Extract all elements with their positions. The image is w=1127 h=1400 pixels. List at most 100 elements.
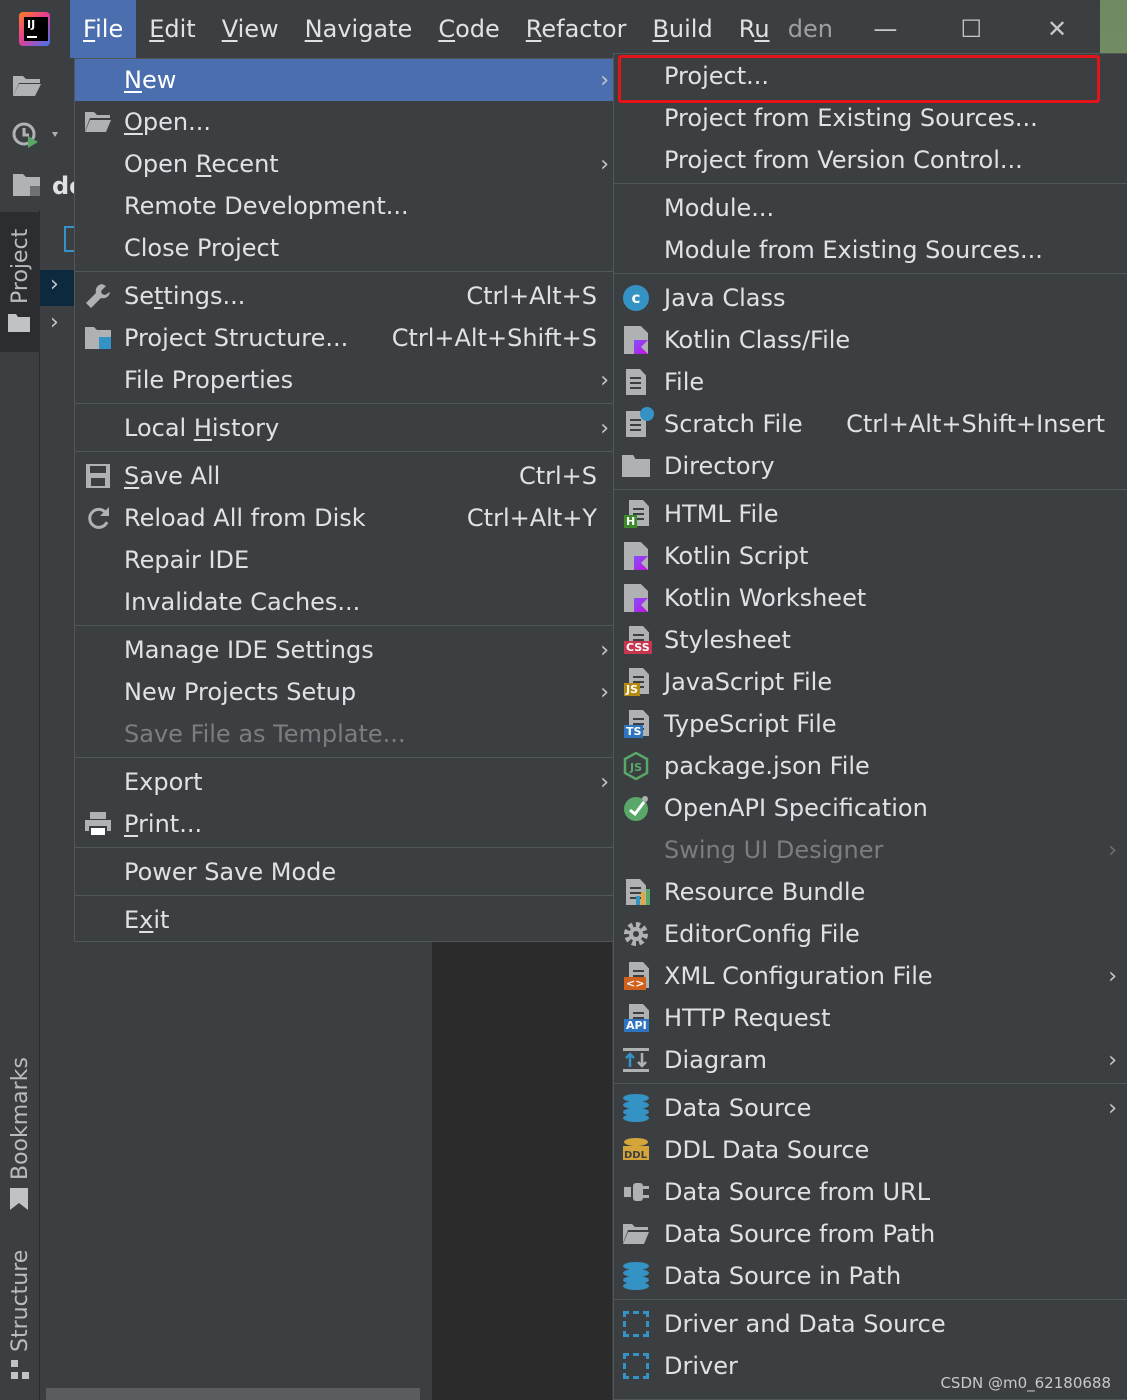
wrench-icon xyxy=(84,282,112,310)
file-menu-item-export[interactable]: Export › xyxy=(75,761,613,803)
file-menu-item-reload-all-from-disk[interactable]: Reload All from Disk Ctrl+Alt+Y xyxy=(75,497,613,539)
new-menu-item-xml-configuration-file[interactable]: <> XML Configuration File › xyxy=(614,955,1127,997)
title-bar: IJ File Edit View Navigate Code Refactor Build… xyxy=(0,0,1100,58)
menu-item-label: TypeScript File xyxy=(664,710,837,738)
new-menu-item-html-file[interactable]: H HTML File xyxy=(614,493,1127,535)
new-menu-item-file[interactable]: File xyxy=(614,361,1127,403)
menubar-refactor[interactable]: Refactor xyxy=(513,0,640,58)
intellij-logo-icon[interactable]: IJ xyxy=(19,12,51,46)
new-menu-item-module[interactable]: Module... xyxy=(614,187,1127,229)
new-menu-item-diagram[interactable]: Diagram › xyxy=(614,1039,1127,1081)
menu-item-label: New xyxy=(124,66,177,94)
menu-item-label: Manage IDE Settings xyxy=(124,636,374,664)
menu-item-label: Java Class xyxy=(664,284,786,312)
file-menu-item-exit[interactable]: Exit xyxy=(75,899,613,941)
file-menu-item-invalidate-caches[interactable]: Invalidate Caches... xyxy=(75,581,613,623)
new-menu-item-java-class[interactable]: c Java Class xyxy=(614,277,1127,319)
minimize-icon[interactable]: — xyxy=(842,0,928,58)
new-menu-item-project-from-version-control[interactable]: Project from Version Control... xyxy=(614,139,1127,181)
menubar-code[interactable]: Code xyxy=(425,0,512,58)
menu-item-label: EditorConfig File xyxy=(664,920,860,948)
file-menu-item-remote-development[interactable]: Remote Development... xyxy=(75,185,613,227)
new-menu-item-data-source-from-path[interactable]: Data Source from Path xyxy=(614,1213,1127,1255)
new-menu-item-ddl-data-source[interactable]: DDL DDL Data Source xyxy=(614,1129,1127,1171)
menu-separator xyxy=(75,757,613,758)
new-menu-item-kotlin-class-file[interactable]: Kotlin Class/File xyxy=(614,319,1127,361)
main-toolbar: de xyxy=(0,58,74,208)
menu-item-label: Kotlin Script xyxy=(664,542,809,570)
file-menu-item-print[interactable]: Print... xyxy=(75,803,613,845)
file-menu-item-close-project[interactable]: Close Project xyxy=(75,227,613,269)
close-icon[interactable]: ✕ xyxy=(1014,0,1100,58)
file-menu-item-open[interactable]: Open... xyxy=(75,101,613,143)
new-menu-item-javascript-file[interactable]: JS JavaScript File xyxy=(614,661,1127,703)
file-menu-item-new[interactable]: New › xyxy=(75,59,613,101)
project-folder-icon[interactable] xyxy=(12,172,42,202)
kotlin-worksheet-icon xyxy=(622,584,650,612)
chevron-right-icon[interactable]: › xyxy=(50,272,59,297)
driver-icon xyxy=(622,1310,650,1338)
gear-icon xyxy=(622,920,650,948)
new-menu-item-kotlin-script[interactable]: Kotlin Script xyxy=(614,535,1127,577)
diagram-icon xyxy=(622,1046,650,1074)
file-menu-item-power-save-mode[interactable]: Power Save Mode xyxy=(75,851,613,893)
menu-item-label: Save All xyxy=(124,462,221,490)
javascript-file-icon: JS xyxy=(622,668,650,696)
menubar-ru[interactable]: Ru xyxy=(726,0,776,58)
new-menu-item-directory[interactable]: Directory xyxy=(614,445,1127,487)
bookmarks-tab[interactable]: Bookmarks xyxy=(8,1057,33,1180)
editor-area xyxy=(432,940,612,1400)
file-menu-item-settings[interactable]: Settings... Ctrl+Alt+S xyxy=(75,275,613,317)
new-menu-item-openapi-specification[interactable]: OpenAPI Specification xyxy=(614,787,1127,829)
menu-item-label: OpenAPI Specification xyxy=(664,794,928,822)
new-menu-item-editorconfig-file[interactable]: EditorConfig File xyxy=(614,913,1127,955)
run-history-icon[interactable] xyxy=(12,120,58,150)
nodejs-icon: JS xyxy=(622,752,650,780)
file-menu-item-manage-ide-settings[interactable]: Manage IDE Settings › xyxy=(75,629,613,671)
new-menu-item-kotlin-worksheet[interactable]: Kotlin Worksheet xyxy=(614,577,1127,619)
kotlin-class-icon xyxy=(622,326,650,354)
structure-tab[interactable]: Structure xyxy=(8,1250,33,1352)
file-menu-item-file-properties[interactable]: File Properties › xyxy=(75,359,613,401)
chevron-right-icon: › xyxy=(600,151,609,177)
new-menu-item-module-from-existing-sources[interactable]: Module from Existing Sources... xyxy=(614,229,1127,271)
chevron-right-icon: › xyxy=(600,415,609,441)
new-menu-item-driver-and-data-source[interactable]: Driver and Data Source xyxy=(614,1303,1127,1345)
new-menu-item-data-source-in-path[interactable]: Data Source in Path xyxy=(614,1255,1127,1297)
file-menu-item-repair-ide[interactable]: Repair IDE xyxy=(75,539,613,581)
file-menu-item-new-projects-setup[interactable]: New Projects Setup › xyxy=(75,671,613,713)
menu-item-label: XML Configuration File xyxy=(664,962,933,990)
menubar-navigate[interactable]: Navigate xyxy=(292,0,426,58)
new-menu-item-data-source[interactable]: Data Source › xyxy=(614,1087,1127,1129)
file-menu-item-open-recent[interactable]: Open Recent › xyxy=(75,143,613,185)
menu-item-label: Project Structure... xyxy=(124,324,349,352)
menubar-file[interactable]: File xyxy=(70,0,137,58)
chevron-right-icon[interactable]: › xyxy=(50,310,59,335)
new-menu-item-typescript-file[interactable]: TS TypeScript File xyxy=(614,703,1127,745)
project-tool-tab[interactable]: Project xyxy=(0,212,40,352)
driver-icon xyxy=(622,1352,650,1380)
new-menu-item-http-request[interactable]: API HTTP Request xyxy=(614,997,1127,1039)
new-menu-item-package-json-file[interactable]: JS package.json File xyxy=(614,745,1127,787)
menubar-build[interactable]: Build xyxy=(639,0,725,58)
new-menu-item-resource-bundle[interactable]: Resource Bundle xyxy=(614,871,1127,913)
new-menu-item-swing-ui-designer: Swing UI Designer › xyxy=(614,829,1127,871)
file-menu-item-local-history[interactable]: Local History › xyxy=(75,407,613,449)
file-menu-item-save-all[interactable]: Save All Ctrl+S xyxy=(75,455,613,497)
menubar-view[interactable]: View xyxy=(209,0,292,58)
ddl-icon: DDL xyxy=(622,1136,650,1164)
menu-item-label: Print... xyxy=(124,810,203,838)
file-menu-item-project-structure[interactable]: Project Structure... Ctrl+Alt+Shift+S xyxy=(75,317,613,359)
module-icon xyxy=(64,226,74,252)
new-menu-item-project-from-existing-sources[interactable]: Project from Existing Sources... xyxy=(614,97,1127,139)
new-menu-item-stylesheet[interactable]: CSS Stylesheet xyxy=(614,619,1127,661)
menu-item-label: Data Source in Path xyxy=(664,1262,902,1290)
new-menu-item-scratch-file[interactable]: Scratch File Ctrl+Alt+Shift+Insert xyxy=(614,403,1127,445)
open-folder-icon[interactable] xyxy=(12,72,42,102)
horizontal-scrollbar[interactable] xyxy=(46,1388,420,1400)
new-menu-item-data-source-from-url[interactable]: Data Source from URL xyxy=(614,1171,1127,1213)
maximize-icon[interactable]: ☐ xyxy=(928,0,1014,58)
menu-item-shortcut: Ctrl+S xyxy=(518,462,597,490)
menubar-edit[interactable]: Edit xyxy=(136,0,208,58)
menu-separator xyxy=(75,847,613,848)
